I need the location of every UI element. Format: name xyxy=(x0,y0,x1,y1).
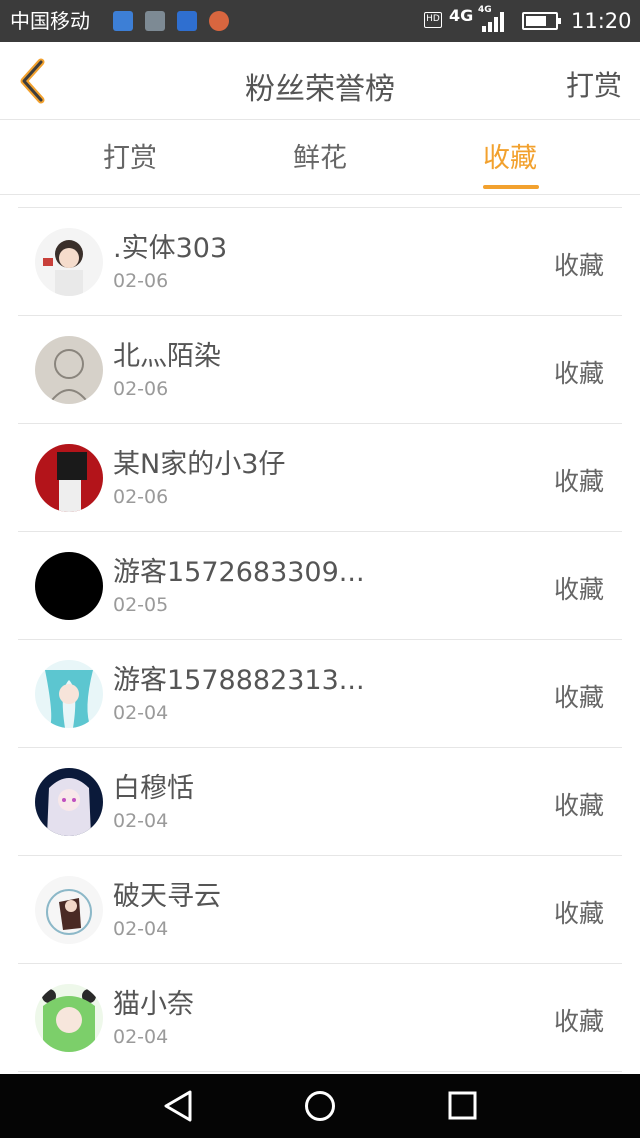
status-bar: 中国移动 HD 4G 4G 11:20 xyxy=(0,0,640,42)
clock-time: 11:20 xyxy=(571,9,632,33)
user-name: 某N家的小3仔 xyxy=(113,449,286,480)
notification-app-icon xyxy=(113,11,133,31)
circle-home-icon xyxy=(305,1091,335,1121)
avatar xyxy=(35,228,103,296)
battery-level-fill xyxy=(526,16,546,26)
active-tab-indicator xyxy=(483,185,539,189)
user-name: 白穆恬 xyxy=(113,773,194,804)
action-label: 收藏 xyxy=(553,899,604,928)
gallery-notification-icon xyxy=(145,11,165,31)
square-recent-icon xyxy=(448,1091,477,1120)
user-name: 破天寻云 xyxy=(113,881,221,912)
list-item[interactable]: 游客1572683309... 02-05 收藏 xyxy=(18,532,622,640)
tab-favorites[interactable]: 收藏 xyxy=(450,121,570,195)
signal-strength-icon xyxy=(482,12,504,32)
reward-button[interactable]: 打赏 xyxy=(566,64,622,104)
tab-label: 鲜花 xyxy=(293,143,347,174)
action-label: 收藏 xyxy=(553,683,604,712)
list-item[interactable]: .实体303 02-06 收藏 xyxy=(18,208,622,316)
fan-list: .实体303 02-06 收藏 北灬陌染 02-06 收藏 某N家的小3仔 02… xyxy=(0,196,640,1074)
system-nav-bar xyxy=(0,1074,640,1138)
tab-label: 打赏 xyxy=(103,143,157,174)
user-date: 02-06 xyxy=(113,378,169,400)
list-item[interactable]: 白穆恬 02-04 收藏 xyxy=(18,748,622,856)
user-name: 游客1578882313... xyxy=(113,665,365,696)
avatar xyxy=(35,768,103,836)
user-name: 猫小奈 xyxy=(113,989,194,1020)
avatar xyxy=(35,984,103,1052)
action-label: 收藏 xyxy=(553,1007,604,1036)
action-label: 收藏 xyxy=(553,359,604,388)
list-item[interactable]: 某N家的小3仔 02-06 收藏 xyxy=(18,424,622,532)
carrier-label: 中国移动 xyxy=(10,9,90,33)
user-date: 02-06 xyxy=(113,270,169,292)
user-name: 北灬陌染 xyxy=(113,341,221,372)
user-date: 02-06 xyxy=(113,486,169,508)
user-name: .实体303 xyxy=(113,233,228,264)
tab-flowers[interactable]: 鲜花 xyxy=(260,121,380,195)
nav-recent-button[interactable] xyxy=(442,1088,482,1124)
network-type-label: 4G xyxy=(449,6,474,25)
action-label: 收藏 xyxy=(553,467,604,496)
tab-label: 收藏 xyxy=(483,143,537,174)
user-date: 02-04 xyxy=(113,918,169,940)
user-name: 游客1572683309... xyxy=(113,557,365,588)
app-header: 粉丝荣誉榜 打赏 xyxy=(0,42,640,120)
avatar xyxy=(35,336,103,404)
user-date: 02-04 xyxy=(113,810,169,832)
action-label: 收藏 xyxy=(553,251,604,280)
list-item[interactable]: 猫小奈 02-04 收藏 xyxy=(18,964,622,1072)
chevron-left-icon xyxy=(20,58,45,104)
tab-bar: 打赏 鲜花 收藏 xyxy=(0,121,640,195)
user-date: 02-04 xyxy=(113,1026,169,1048)
list-item[interactable]: 北灬陌染 02-06 收藏 xyxy=(18,316,622,424)
avatar xyxy=(35,444,103,512)
avatar xyxy=(35,552,103,620)
page-title: 粉丝荣誉榜 xyxy=(245,72,395,107)
app-notification-icon xyxy=(209,11,229,31)
list-item[interactable]: 破天寻云 02-04 收藏 xyxy=(18,856,622,964)
avatar xyxy=(35,660,103,728)
triangle-back-icon xyxy=(164,1090,192,1122)
tab-reward[interactable]: 打赏 xyxy=(70,121,190,195)
browser-notification-icon xyxy=(177,11,197,31)
avatar xyxy=(35,876,103,944)
nav-back-button[interactable] xyxy=(158,1088,198,1124)
hd-voice-icon: HD xyxy=(424,12,442,28)
list-item[interactable]: 游客1578882313... 02-04 收藏 xyxy=(18,640,622,748)
user-date: 02-05 xyxy=(113,594,169,616)
action-label: 收藏 xyxy=(553,791,604,820)
user-date: 02-04 xyxy=(113,702,169,724)
battery-icon xyxy=(522,12,561,30)
action-label: 收藏 xyxy=(553,575,604,604)
nav-home-button[interactable] xyxy=(300,1088,340,1124)
back-button[interactable] xyxy=(14,58,54,104)
